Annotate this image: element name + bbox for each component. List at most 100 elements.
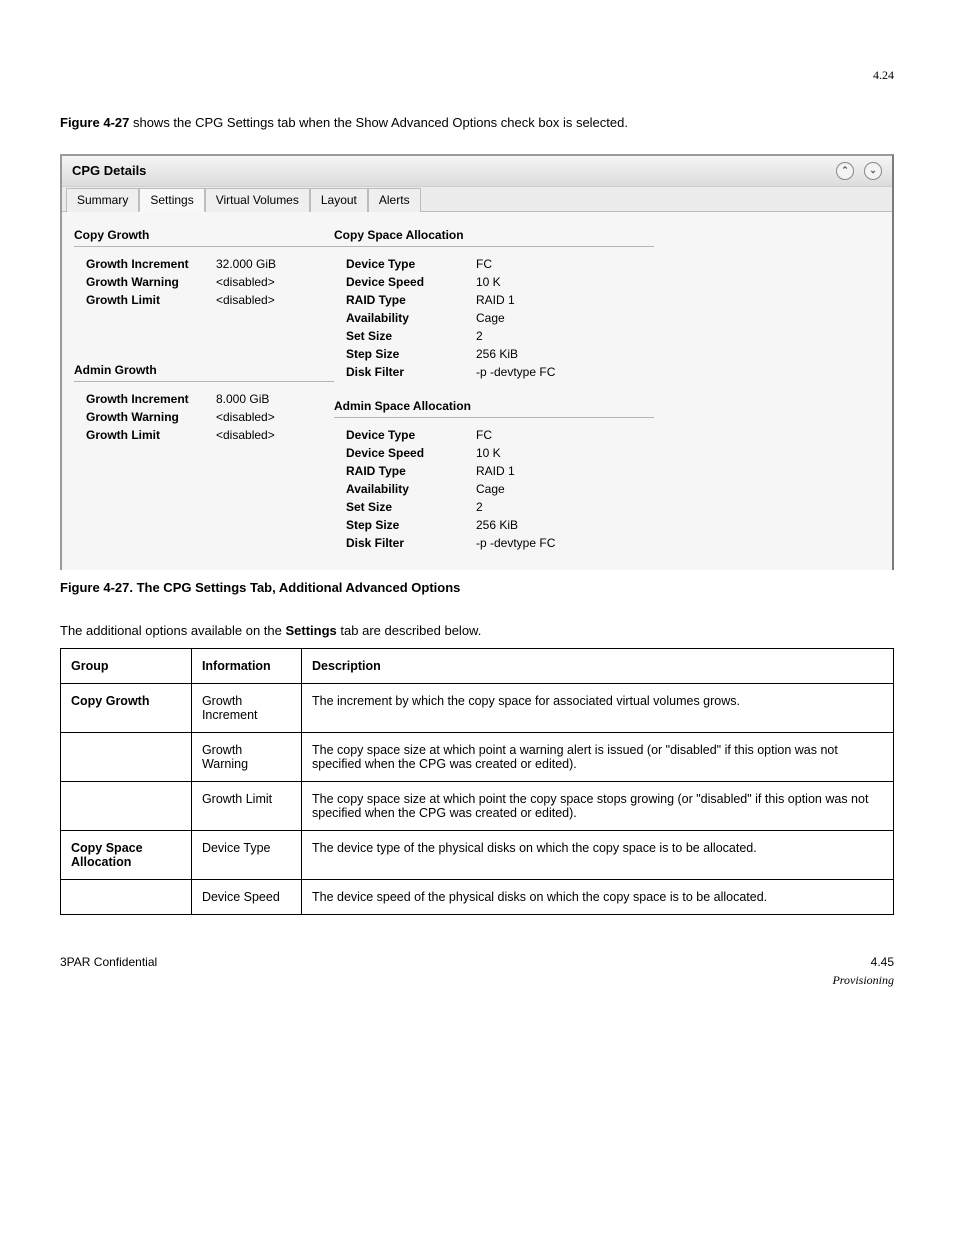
settings-reference-table: Group Information Description Copy Growt… xyxy=(60,648,894,915)
kv-key: Device Type xyxy=(346,255,476,273)
kv-value: <disabled> xyxy=(216,426,334,444)
footer-page: 4.45 xyxy=(871,955,894,969)
table-row: Copy Space AllocationDevice TypeThe devi… xyxy=(61,830,894,879)
panel-titlebar: CPG Details ⌃ ⌄ xyxy=(62,156,892,187)
kv-value: 2 xyxy=(476,498,654,516)
kv-value: 256 KiB xyxy=(476,345,654,363)
kv-value: 2 xyxy=(476,327,654,345)
kv-row: Device TypeFC xyxy=(346,255,654,273)
table-row: Device SpeedThe device speed of the phys… xyxy=(61,879,894,914)
col-info: Information xyxy=(191,648,301,683)
kv-row: Device TypeFC xyxy=(346,426,654,444)
kv-row: Step Size256 KiB xyxy=(346,516,654,534)
panel-title: CPG Details xyxy=(72,163,146,178)
tab-summary[interactable]: Summary xyxy=(66,188,139,212)
kv-row: Growth Limit<disabled> xyxy=(86,426,334,444)
kv-value: FC xyxy=(476,426,654,444)
kv-value: 10 K xyxy=(476,444,654,462)
footer-chapter: Provisioning xyxy=(60,973,894,988)
kv-key: Disk Filter xyxy=(346,534,476,552)
kv-row: Set Size2 xyxy=(346,327,654,345)
kv-row: Growth Increment8.000 GiB xyxy=(86,390,334,408)
kv-key: RAID Type xyxy=(346,291,476,309)
cell-desc: The device type of the physical disks on… xyxy=(302,830,894,879)
lead-text: shows the CPG Settings tab when the Show… xyxy=(129,115,628,130)
table-header-row: Group Information Description xyxy=(61,648,894,683)
kv-row: AvailabilityCage xyxy=(346,309,654,327)
kv-row: Growth Limit<disabled> xyxy=(86,291,334,309)
collapse-down-icon[interactable]: ⌄ xyxy=(864,162,882,180)
kv-value: Cage xyxy=(476,309,654,327)
collapse-up-icon[interactable]: ⌃ xyxy=(836,162,854,180)
figure-caption: Figure 4-27. The CPG Settings Tab, Addit… xyxy=(60,580,894,595)
kv-key: Growth Increment xyxy=(86,390,216,408)
kv-key: Device Speed xyxy=(346,273,476,291)
admin-growth-title: Admin Growth xyxy=(74,361,334,382)
footer-left: 3PAR Confidential xyxy=(60,955,157,969)
kv-row: Set Size2 xyxy=(346,498,654,516)
kv-value: <disabled> xyxy=(216,408,334,426)
tab-layout[interactable]: Layout xyxy=(310,188,368,212)
table-intro: The additional options available on the … xyxy=(60,623,894,638)
copy-growth-title: Copy Growth xyxy=(74,226,334,247)
kv-row: Growth Warning<disabled> xyxy=(86,408,334,426)
kv-key: Growth Warning xyxy=(86,408,216,426)
copy-alloc-title: Copy Space Allocation xyxy=(334,226,654,247)
cell-desc: The copy space size at which point the c… xyxy=(302,781,894,830)
cell-group xyxy=(61,732,192,781)
kv-value: <disabled> xyxy=(216,291,334,309)
kv-value: 10 K xyxy=(476,273,654,291)
cell-info: Growth Limit xyxy=(191,781,301,830)
kv-key: Set Size xyxy=(346,327,476,345)
kv-row: AvailabilityCage xyxy=(346,480,654,498)
kv-key: RAID Type xyxy=(346,462,476,480)
kv-value: 32.000 GiB xyxy=(216,255,334,273)
kv-key: Growth Increment xyxy=(86,255,216,273)
kv-row: Disk Filter-p -devtype FC xyxy=(346,363,654,381)
cell-desc: The device speed of the physical disks o… xyxy=(302,879,894,914)
kv-row: Device Speed10 K xyxy=(346,273,654,291)
cpg-details-panel: CPG Details ⌃ ⌄ Summary Settings Virtual… xyxy=(60,154,894,570)
table-body: Copy GrowthGrowth IncrementThe increment… xyxy=(61,683,894,914)
admin-growth-list: Growth Increment8.000 GiBGrowth Warning<… xyxy=(74,390,334,444)
cell-desc: The copy space size at which point a war… xyxy=(302,732,894,781)
kv-key: Step Size xyxy=(346,345,476,363)
tab-strip: Summary Settings Virtual Volumes Layout … xyxy=(62,187,892,212)
kv-row: Device Speed10 K xyxy=(346,444,654,462)
kv-value: RAID 1 xyxy=(476,291,654,309)
cell-info: Device Type xyxy=(191,830,301,879)
col-desc: Description xyxy=(302,648,894,683)
kv-row: RAID TypeRAID 1 xyxy=(346,291,654,309)
cell-group: Copy Growth xyxy=(61,683,192,732)
kv-key: Growth Warning xyxy=(86,273,216,291)
cell-group xyxy=(61,879,192,914)
table-row: Growth WarningThe copy space size at whi… xyxy=(61,732,894,781)
kv-key: Device Type xyxy=(346,426,476,444)
cell-group: Copy Space Allocation xyxy=(61,830,192,879)
copy-growth-list: Growth Increment32.000 GiBGrowth Warning… xyxy=(74,255,334,309)
col-copy-growth: Copy Growth Growth Increment32.000 GiBGr… xyxy=(74,222,334,552)
kv-value: <disabled> xyxy=(216,273,334,291)
kv-row: Growth Warning<disabled> xyxy=(86,273,334,291)
kv-value: -p -devtype FC xyxy=(476,363,654,381)
kv-key: Disk Filter xyxy=(346,363,476,381)
kv-key: Availability xyxy=(346,309,476,327)
titlebar-icons: ⌃ ⌄ xyxy=(836,162,882,180)
table-row: Copy GrowthGrowth IncrementThe increment… xyxy=(61,683,894,732)
admin-alloc-list: Device TypeFCDevice Speed10 KRAID TypeRA… xyxy=(334,426,654,552)
kv-key: Availability xyxy=(346,480,476,498)
kv-key: Step Size xyxy=(346,516,476,534)
tab-alerts[interactable]: Alerts xyxy=(368,188,421,212)
kv-key: Growth Limit xyxy=(86,291,216,309)
kv-row: Step Size256 KiB xyxy=(346,345,654,363)
cell-desc: The increment by which the copy space fo… xyxy=(302,683,894,732)
copy-alloc-list: Device TypeFCDevice Speed10 KRAID TypeRA… xyxy=(334,255,654,381)
page-footer: 3PAR Confidential 4.45 xyxy=(60,955,894,969)
col-copy-alloc: Copy Space Allocation Device TypeFCDevic… xyxy=(334,222,654,552)
cell-info: Growth Increment xyxy=(191,683,301,732)
settings-pane: Copy Growth Growth Increment32.000 GiBGr… xyxy=(62,212,892,570)
kv-row: Growth Increment32.000 GiB xyxy=(86,255,334,273)
figure-ref: Figure 4-27 xyxy=(60,115,129,130)
tab-virtual-volumes[interactable]: Virtual Volumes xyxy=(205,188,310,212)
tab-settings[interactable]: Settings xyxy=(139,188,204,212)
